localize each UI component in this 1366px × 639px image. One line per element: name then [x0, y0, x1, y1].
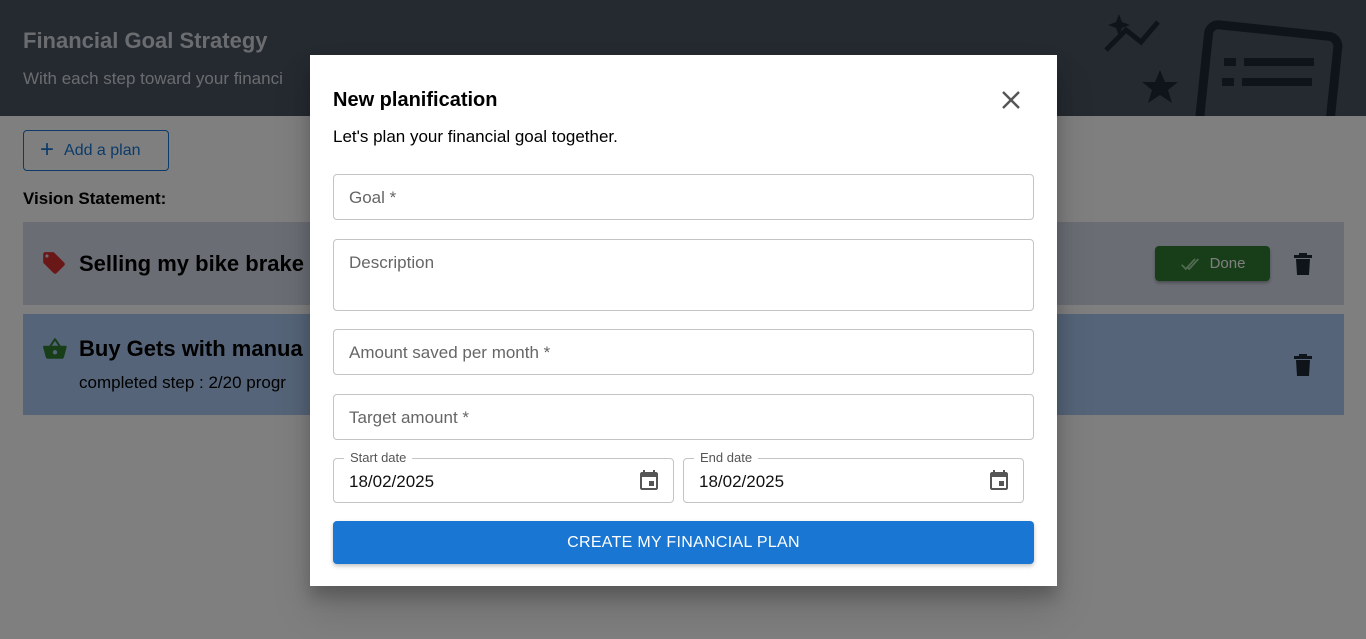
create-plan-button[interactable]: CREATE MY FINANCIAL PLAN — [333, 521, 1034, 564]
description-field[interactable]: Description — [333, 239, 1034, 311]
goal-field[interactable]: Goal * — [333, 174, 1034, 220]
amount-per-month-field[interactable]: Amount saved per month * — [333, 329, 1034, 375]
start-date-label: Start date — [344, 450, 413, 465]
dialog-subtitle: Let's plan your financial goal together. — [333, 127, 618, 146]
end-date-value: 18/02/2025 — [699, 472, 785, 491]
close-icon — [1002, 91, 1020, 109]
amount-placeholder: Amount saved per month * — [349, 343, 551, 362]
target-amount-field[interactable]: Target amount * — [333, 394, 1034, 440]
goal-placeholder: Goal * — [349, 188, 397, 207]
end-date-label: End date — [694, 450, 759, 465]
description-placeholder: Description — [349, 253, 435, 272]
start-date-field[interactable]: Start date 18/02/2025 — [333, 450, 674, 503]
calendar-icon[interactable] — [637, 469, 661, 493]
close-button[interactable] — [996, 85, 1026, 115]
dialog-title: New planification — [333, 89, 498, 111]
target-placeholder: Target amount * — [349, 408, 470, 427]
calendar-icon[interactable] — [987, 469, 1011, 493]
end-date-field[interactable]: End date 18/02/2025 — [683, 450, 1024, 503]
new-plan-dialog: New planification Let's plan your financ… — [310, 55, 1057, 586]
start-date-value: 18/02/2025 — [349, 472, 435, 491]
